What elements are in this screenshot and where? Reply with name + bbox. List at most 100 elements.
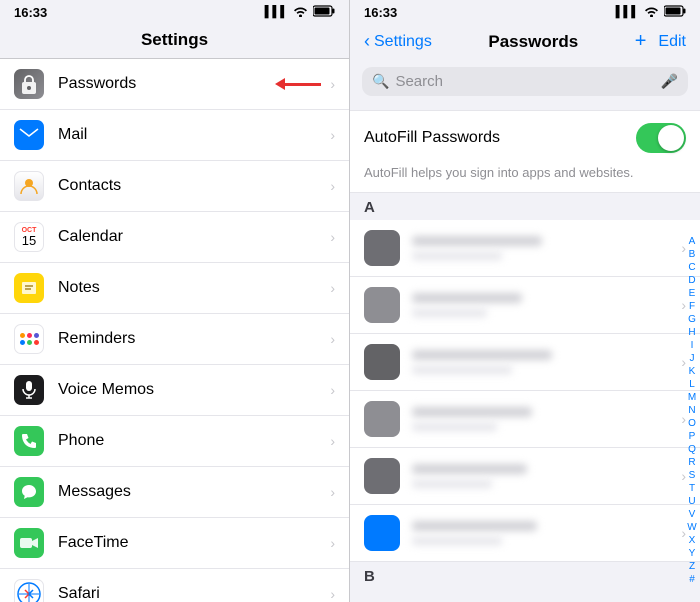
password-item-3[interactable]: › (350, 334, 700, 391)
alpha-z[interactable]: Z (689, 560, 695, 573)
phone-label: Phone (58, 432, 326, 450)
facetime-chevron: › (330, 535, 335, 551)
pw-user-1 (412, 252, 502, 260)
pw-user-4 (412, 423, 497, 431)
alpha-p[interactable]: P (689, 430, 696, 443)
autofill-toggle[interactable] (636, 123, 686, 153)
settings-item-safari[interactable]: Safari › (0, 569, 349, 602)
alpha-e[interactable]: E (689, 287, 696, 300)
left-time: 16:33 (14, 5, 47, 20)
alpha-o[interactable]: O (688, 417, 696, 430)
messages-label: Messages (58, 483, 326, 501)
wifi-icon (293, 5, 308, 20)
messages-chevron: › (330, 484, 335, 500)
alpha-s[interactable]: S (689, 469, 696, 482)
alpha-x[interactable]: X (689, 534, 696, 547)
mail-icon (14, 120, 44, 150)
settings-item-contacts[interactable]: Contacts › (0, 161, 349, 212)
alpha-c[interactable]: C (688, 261, 695, 274)
alpha-j[interactable]: J (690, 352, 695, 365)
settings-item-mail[interactable]: Mail › (0, 110, 349, 161)
contacts-chevron: › (330, 178, 335, 194)
alpha-w[interactable]: W (687, 521, 696, 534)
password-item-4[interactable]: › (350, 391, 700, 448)
settings-item-calendar[interactable]: OCT 15 Calendar › (0, 212, 349, 263)
alpha-index: A B C D E F G H I J K L M N O P Q R S T … (684, 233, 700, 588)
search-bar-container: 🔍 Search 🎤 (350, 61, 700, 102)
pw-avatar-3 (364, 344, 400, 380)
password-item-5[interactable]: › (350, 448, 700, 505)
autofill-description: AutoFill helps you sign into apps and we… (350, 165, 700, 192)
mail-chevron: › (330, 127, 335, 143)
nav-actions: + Edit (635, 30, 686, 53)
alpha-k[interactable]: K (689, 365, 696, 378)
password-item-1[interactable]: › (350, 220, 700, 277)
edit-button[interactable]: Edit (658, 33, 686, 51)
alpha-u[interactable]: U (688, 495, 695, 508)
alpha-m[interactable]: M (688, 391, 696, 404)
messages-icon (14, 477, 44, 507)
alpha-n[interactable]: N (688, 404, 695, 417)
pw-avatar-5 (364, 458, 400, 494)
alpha-v[interactable]: V (689, 508, 696, 521)
section-b-header: B (350, 562, 700, 589)
right-status-bar: 16:33 ▌▌▌ (350, 0, 700, 24)
settings-item-reminders[interactable]: Reminders › (0, 314, 349, 365)
alpha-r[interactable]: R (688, 456, 695, 469)
password-item-2[interactable]: › (350, 277, 700, 334)
settings-item-messages[interactable]: Messages › (0, 467, 349, 518)
pw-info-5 (412, 464, 681, 488)
pw-info-6 (412, 521, 681, 545)
search-placeholder: Search (395, 73, 654, 90)
pw-site-6 (412, 521, 537, 531)
alpha-b[interactable]: B (689, 248, 696, 261)
settings-item-voicememos[interactable]: Voice Memos › (0, 365, 349, 416)
voicememos-chevron: › (330, 382, 335, 398)
alpha-l[interactable]: L (689, 378, 695, 391)
pw-avatar-4 (364, 401, 400, 437)
reminders-label: Reminders (58, 330, 326, 348)
add-password-button[interactable]: + (635, 30, 647, 53)
alpha-q[interactable]: Q (688, 443, 696, 456)
right-status-icons: ▌▌▌ (616, 5, 686, 20)
autofill-row: AutoFill Passwords (350, 111, 700, 165)
section-a-header: A (350, 193, 700, 220)
settings-item-notes[interactable]: Notes › (0, 263, 349, 314)
voicememos-icon (14, 375, 44, 405)
facetime-label: FaceTime (58, 534, 326, 552)
reminders-chevron: › (330, 331, 335, 347)
pw-site-3 (412, 350, 552, 360)
settings-item-facetime[interactable]: FaceTime › (0, 518, 349, 569)
search-icon: 🔍 (372, 73, 389, 90)
alpha-y[interactable]: Y (689, 547, 696, 560)
contacts-label: Contacts (58, 177, 326, 195)
settings-item-passwords[interactable]: Passwords › (0, 59, 349, 110)
password-item-6[interactable]: › (350, 505, 700, 562)
pw-info-4 (412, 407, 681, 431)
mail-label: Mail (58, 126, 326, 144)
alpha-hash[interactable]: # (689, 573, 695, 586)
settings-item-phone[interactable]: Phone › (0, 416, 349, 467)
alpha-t[interactable]: T (689, 482, 695, 495)
pw-user-5 (412, 480, 492, 488)
notes-label: Notes (58, 279, 326, 297)
alpha-a[interactable]: A (689, 235, 696, 248)
phone-icon (14, 426, 44, 456)
pw-avatar-2 (364, 287, 400, 323)
calendar-chevron: › (330, 229, 335, 245)
back-button[interactable]: ‹ Settings (364, 31, 432, 52)
passwords-icon (14, 69, 44, 99)
search-bar[interactable]: 🔍 Search 🎤 (362, 67, 688, 96)
alpha-d[interactable]: D (688, 274, 695, 287)
alpha-i[interactable]: I (691, 339, 694, 352)
alpha-f[interactable]: F (689, 300, 695, 313)
alpha-g[interactable]: G (688, 313, 696, 326)
pw-avatar-1 (364, 230, 400, 266)
reminders-icon (14, 324, 44, 354)
autofill-section: AutoFill Passwords AutoFill helps you si… (350, 110, 700, 193)
alpha-h[interactable]: H (688, 326, 695, 339)
back-chevron-icon: ‹ (364, 31, 370, 52)
toggle-knob (658, 125, 684, 151)
contacts-icon (14, 171, 44, 201)
autofill-label: AutoFill Passwords (364, 129, 500, 147)
